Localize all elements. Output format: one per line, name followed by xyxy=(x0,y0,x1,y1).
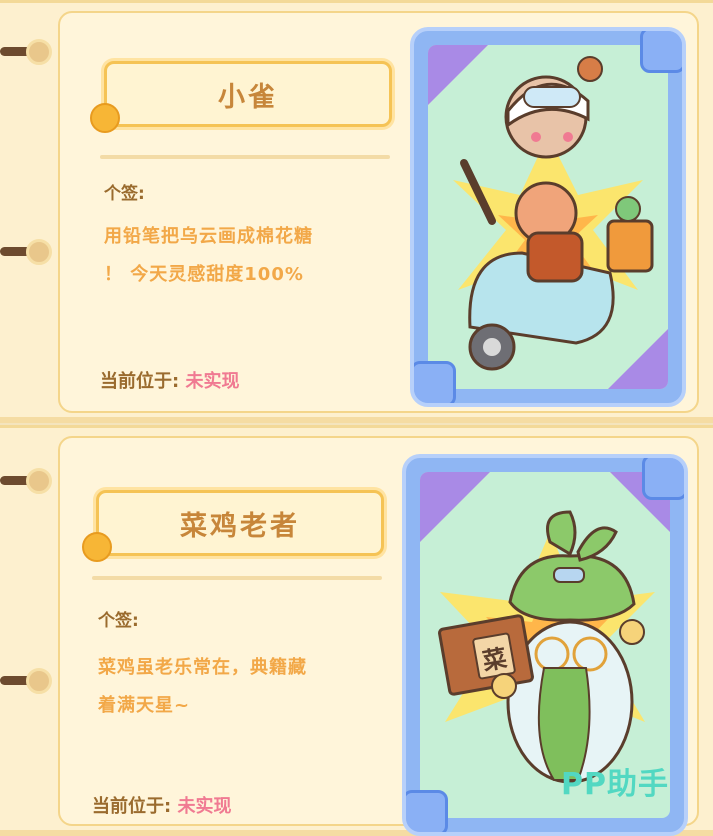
binder-ring xyxy=(0,239,60,265)
character-name: 菜鸡老者 xyxy=(180,510,300,542)
card-corner-icon xyxy=(414,361,456,403)
character-name-plate: 菜鸡老者 xyxy=(96,490,384,556)
name-tab-icon xyxy=(90,103,120,133)
location-row: 当前位于: 未实现 xyxy=(92,792,231,818)
card-corner-icon xyxy=(642,458,684,500)
location-row: 当前位于: 未实现 xyxy=(100,367,239,393)
character-name: 小雀 xyxy=(218,81,278,113)
binder-ring xyxy=(0,39,60,65)
location-label: 当前位于: xyxy=(100,371,180,392)
book-character: 菜 xyxy=(479,644,508,676)
girl-on-scooter-illustration-icon xyxy=(428,45,668,389)
location-value: 未实现 xyxy=(177,796,232,817)
card-corner-icon xyxy=(406,790,448,832)
name-tab-icon xyxy=(82,532,112,562)
location-value: 未实现 xyxy=(185,371,240,392)
binder-ring xyxy=(0,468,60,494)
character-portrait[interactable] xyxy=(410,27,686,407)
character-card-1[interactable]: 小雀 个签: 用铅笔把乌云画成棉花糖 ！ 今天灵感甜度100% 当前位于: 未实… xyxy=(0,0,713,423)
sign-label: 个签: xyxy=(98,611,139,631)
location-label: 当前位于: xyxy=(92,796,172,817)
divider xyxy=(92,576,382,580)
binder-ring xyxy=(0,668,60,694)
watermark-logo: PP助手 xyxy=(561,767,669,802)
character-name-plate: 小雀 xyxy=(104,61,392,127)
sign-label: 个签: xyxy=(104,184,145,204)
sign-text: 菜鸡虽老乐常在，典籍藏 着满天星~ xyxy=(98,657,307,716)
divider xyxy=(100,155,390,159)
sign-text: 用铅笔把乌云画成棉花糖 ！ 今天灵感甜度100% xyxy=(104,226,313,285)
card-corner-icon xyxy=(640,31,682,73)
